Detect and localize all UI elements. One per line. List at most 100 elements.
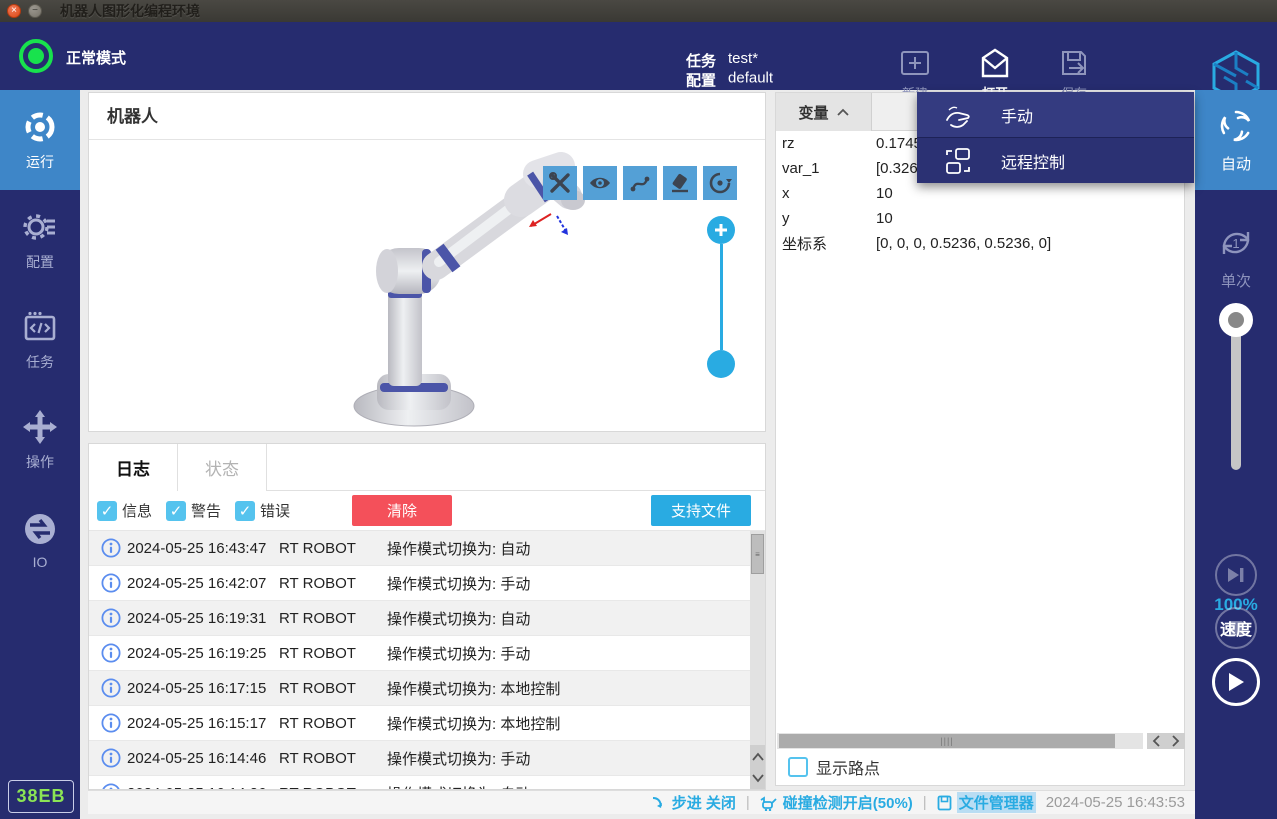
show-waypoints-checkbox[interactable]: [788, 757, 808, 777]
log-row[interactable]: 2024-05-25 16:43:47 RT ROBOT 操作模式切换为: 自动: [89, 531, 765, 566]
step-status[interactable]: 步进 关闭: [651, 792, 736, 813]
variables-hscrollbar: ||||: [777, 733, 1185, 749]
hscroll-thumb[interactable]: ||||: [779, 734, 1115, 748]
info-icon: [101, 783, 121, 789]
log-time: 2024-05-25 16:14:26: [127, 785, 279, 790]
menu-item-manual[interactable]: 手动: [917, 92, 1194, 137]
eye-icon: [588, 171, 612, 195]
right-sidebar: 自动 1 单次 100% 速度: [1195, 90, 1277, 819]
close-icon[interactable]: ×: [7, 4, 21, 18]
vscroll-thumb[interactable]: ≡: [751, 534, 764, 574]
new-folder-icon: [898, 46, 932, 80]
visibility-button[interactable]: [583, 166, 617, 200]
sidebar-item-operate[interactable]: 操作: [0, 390, 80, 490]
path-button[interactable]: [623, 166, 657, 200]
collision-status[interactable]: 碰撞检测开启(50%): [760, 792, 913, 813]
log-vscrollbar[interactable]: ≡: [750, 531, 765, 789]
statusbar-separator: |: [746, 794, 750, 811]
sidebar-item-run[interactable]: 运行: [0, 90, 80, 190]
log-row[interactable]: 2024-05-25 16:19:31 RT ROBOT 操作模式切换为: 自动: [89, 601, 765, 636]
tools-button[interactable]: [543, 166, 577, 200]
support-files-button[interactable]: 支持文件: [651, 495, 751, 526]
stop-button[interactable]: [1215, 607, 1257, 649]
chevron-down-icon[interactable]: [752, 774, 764, 783]
single-run-button[interactable]: 1 单次: [1195, 212, 1277, 302]
file-manager-label: 文件管理器: [957, 792, 1036, 813]
variable-row[interactable]: x 10: [776, 181, 1184, 206]
log-message: 操作模式切换为: 自动: [387, 538, 765, 559]
log-row[interactable]: 2024-05-25 16:14:26 RT ROBOT 操作模式切换为: 自动: [89, 776, 765, 789]
status-bar: 步进 关闭 | 碰撞检测开启(50%) | 文件管理器 2024-05-25 1…: [88, 790, 1195, 814]
plus-icon: [714, 223, 728, 237]
info-checkbox[interactable]: [97, 501, 117, 521]
gear-icon: [22, 209, 58, 245]
auto-mode-button[interactable]: 自动: [1195, 90, 1277, 190]
info-icon: [101, 748, 121, 768]
eraser-button[interactable]: [663, 166, 697, 200]
open-icon: [978, 46, 1012, 80]
chevron-up-icon[interactable]: [752, 752, 764, 761]
file-manager-button[interactable]: 文件管理器: [937, 792, 1036, 813]
zoom-control: [707, 216, 735, 378]
log-source: RT ROBOT: [279, 750, 387, 767]
wrench-icon: [548, 171, 572, 195]
log-message: 操作模式切换为: 手动: [387, 573, 765, 594]
tab-status-label: 状态: [205, 455, 239, 480]
config-value: default: [728, 70, 773, 91]
chevron-left-icon[interactable]: [1152, 735, 1161, 747]
show-waypoints-option: 显示路点: [788, 755, 880, 779]
menu-item-remote[interactable]: 远程控制: [917, 138, 1194, 183]
log-time: 2024-05-25 16:19:31: [127, 610, 279, 627]
log-source: RT ROBOT: [279, 645, 387, 662]
robot-panel-title: 机器人: [89, 93, 765, 140]
log-time: 2024-05-25 16:19:25: [127, 645, 279, 662]
variable-row[interactable]: y 10: [776, 206, 1184, 231]
tab-log[interactable]: 日志: [89, 444, 178, 491]
log-list: 2024-05-25 16:43:47 RT ROBOT 操作模式切换为: 自动…: [89, 531, 765, 789]
sidebar-item-io[interactable]: IO: [0, 490, 80, 590]
app-window: × − 机器人图形化编程环境 正常模式 任务 test* 配置 default …: [0, 0, 1277, 819]
code-window-icon: [22, 309, 58, 345]
variables-tab[interactable]: 变量: [776, 93, 872, 131]
chevron-right-icon[interactable]: [1171, 735, 1180, 747]
sidebar-item-config[interactable]: 配置: [0, 190, 80, 290]
vscroll-arrows: [750, 745, 765, 789]
warning-checkbox[interactable]: [166, 501, 186, 521]
variable-name: y: [776, 210, 876, 227]
clear-button[interactable]: 清除: [352, 495, 452, 526]
sidebar-item-label: 操作: [26, 452, 54, 472]
config-label: 配置: [686, 70, 716, 91]
robot-3d-view[interactable]: [89, 140, 765, 431]
log-time: 2024-05-25 16:42:07: [127, 575, 279, 592]
log-row[interactable]: 2024-05-25 16:14:46 RT ROBOT 操作模式切换为: 手动: [89, 741, 765, 776]
variables-panel: 变量 rz 0.1745 var_1 [0.326 x: [775, 92, 1185, 786]
sidebar-item-task[interactable]: 任务: [0, 290, 80, 390]
tab-log-label: 日志: [116, 455, 150, 480]
speed-slider-handle[interactable]: [1219, 303, 1253, 337]
log-row[interactable]: 2024-05-25 16:17:15 RT ROBOT 操作模式切换为: 本地…: [89, 671, 765, 706]
zoom-slider-track[interactable]: [720, 244, 723, 350]
minimize-icon[interactable]: −: [28, 4, 42, 18]
hscroll-track[interactable]: ||||: [777, 733, 1143, 749]
error-checkbox[interactable]: [235, 501, 255, 521]
mode-indicator-icon: [19, 39, 53, 73]
variable-row[interactable]: 坐标系 [0, 0, 0, 0.5236, 0.5236, 0]: [776, 231, 1184, 256]
menu-item-label: 手动: [1001, 103, 1033, 127]
statusbar-separator: |: [923, 794, 927, 811]
save-icon: [1057, 46, 1091, 80]
reset-view-button[interactable]: [703, 166, 737, 200]
log-row[interactable]: 2024-05-25 16:19:25 RT ROBOT 操作模式切换为: 手动: [89, 636, 765, 671]
info-icon: [101, 573, 121, 593]
zoom-in-button[interactable]: [707, 216, 735, 244]
file-manager-icon: [937, 795, 952, 811]
log-row[interactable]: 2024-05-25 16:42:07 RT ROBOT 操作模式切换为: 手动: [89, 566, 765, 601]
play-button[interactable]: [1212, 658, 1260, 706]
zoom-slider-handle[interactable]: [709, 352, 733, 376]
step-over-button[interactable]: [1215, 554, 1257, 596]
variable-name: 坐标系: [776, 233, 876, 254]
status-badge: 38EB: [8, 780, 74, 813]
log-row[interactable]: 2024-05-25 16:15:17 RT ROBOT 操作模式切换为: 本地…: [89, 706, 765, 741]
tab-status[interactable]: 状态: [178, 444, 267, 491]
single-cycle-icon: 1: [1216, 223, 1256, 263]
mode-label: 正常模式: [66, 47, 126, 68]
